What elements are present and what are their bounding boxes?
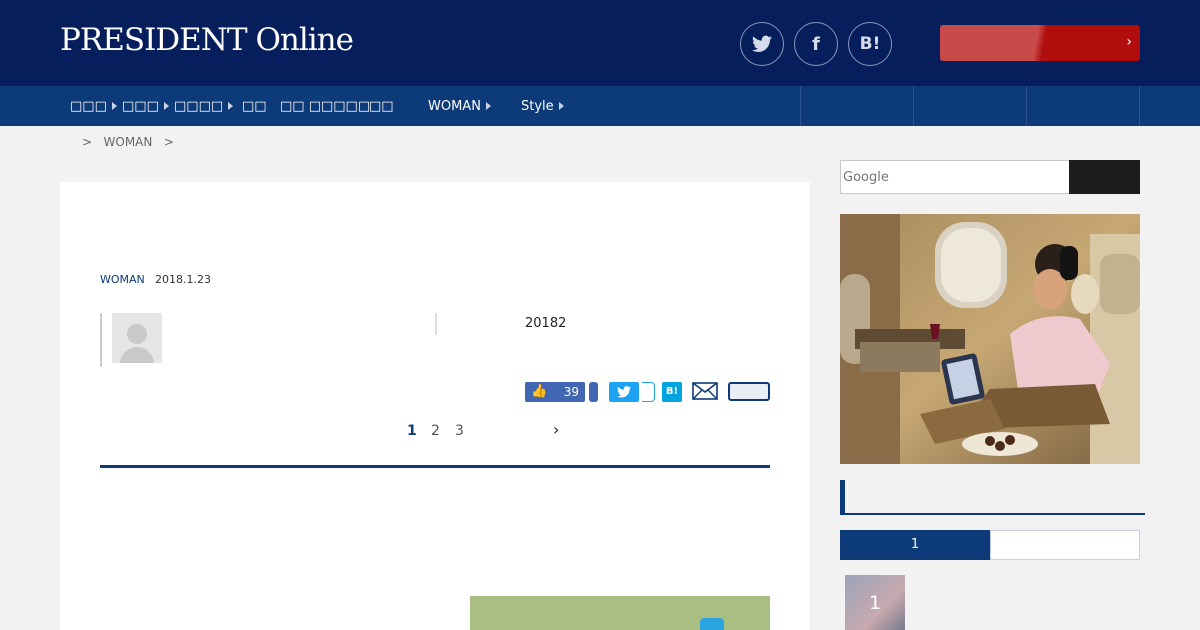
nav-item-2[interactable]: □□□ bbox=[122, 86, 169, 126]
twitter-icon bbox=[617, 386, 631, 398]
facebook-like-button[interactable]: 👍 39 bbox=[525, 382, 585, 402]
nav-item-label: Style bbox=[521, 98, 554, 114]
article-image bbox=[470, 596, 770, 630]
nav-item-label: □□ □□□□□ bbox=[280, 98, 371, 114]
article-date: 2018.1.23 bbox=[155, 273, 211, 286]
ranking-tab-active[interactable]: 1 bbox=[840, 530, 990, 560]
avatar-body-icon bbox=[120, 347, 154, 363]
caret-right-icon bbox=[485, 102, 491, 110]
print-button[interactable] bbox=[728, 382, 770, 401]
site-logo[interactable]: PRESIDENT Online bbox=[60, 22, 354, 58]
chevron-right-icon: › bbox=[1126, 34, 1132, 50]
ranking-section-header bbox=[840, 480, 1145, 515]
tweet-count-bubble bbox=[642, 382, 655, 402]
nav-item-woman[interactable]: WOMAN bbox=[428, 86, 491, 126]
nav-item-label: □□ bbox=[369, 98, 394, 114]
author-avatar[interactable] bbox=[112, 313, 162, 363]
nav-item-label: □□□ bbox=[122, 98, 159, 114]
breadcrumb-category-link[interactable]: WOMAN bbox=[104, 135, 153, 149]
tweet-button[interactable] bbox=[609, 382, 639, 402]
hatena-bookmark-button[interactable]: B! bbox=[848, 22, 892, 66]
main-nav: □□□ □□□ □□□□ □□ □□ □□□□□ □□ WOMAN Style bbox=[0, 86, 1200, 126]
avatar-head-icon bbox=[127, 324, 147, 344]
image-badge-icon bbox=[700, 618, 724, 630]
facebook-icon: f bbox=[812, 33, 820, 55]
envelope-icon bbox=[692, 382, 718, 400]
section-accent-bar bbox=[840, 480, 845, 515]
article-divider bbox=[100, 465, 770, 468]
nav-divider bbox=[1139, 86, 1140, 126]
search-input[interactable] bbox=[840, 160, 1070, 194]
author-info-divider bbox=[435, 313, 437, 335]
sidebar-ad-image[interactable] bbox=[840, 214, 1140, 464]
breadcrumb: > WOMAN > bbox=[82, 135, 174, 149]
nav-item-label: □□□□ bbox=[174, 98, 224, 114]
nav-divider bbox=[1026, 86, 1027, 126]
nav-divider bbox=[800, 86, 801, 126]
thumbs-up-icon: 👍 bbox=[531, 384, 548, 399]
nav-item-5[interactable]: □□ □□□□□ bbox=[280, 86, 370, 126]
hatena-bookmark-share-button[interactable]: B! bbox=[662, 382, 682, 402]
caret-right-icon bbox=[228, 102, 234, 110]
airline-ad-photo bbox=[840, 214, 1140, 464]
site-header: PRESIDENT Online f B! › bbox=[0, 0, 1200, 86]
ranking-item-thumbnail[interactable]: 1 bbox=[845, 575, 905, 630]
hatena-bookmark-icon: B! bbox=[859, 34, 881, 54]
caret-right-icon bbox=[111, 102, 117, 110]
nav-item-6[interactable]: □□ bbox=[369, 86, 394, 126]
nav-item-4[interactable]: □□ bbox=[242, 86, 267, 126]
nav-item-label: WOMAN bbox=[428, 98, 481, 114]
breadcrumb-separator: > bbox=[82, 135, 93, 149]
nav-item-3[interactable]: □□□□ bbox=[174, 86, 234, 126]
caret-right-icon bbox=[558, 102, 564, 110]
twitter-icon bbox=[752, 35, 772, 52]
article-category-link[interactable]: WOMAN bbox=[100, 273, 145, 286]
nav-item-1[interactable]: □□□ bbox=[70, 86, 117, 126]
nav-item-label: □□□ bbox=[70, 98, 107, 114]
nav-divider bbox=[913, 86, 914, 126]
pagination-next-button[interactable]: › bbox=[553, 420, 559, 439]
nav-item-style[interactable]: Style bbox=[521, 86, 564, 126]
ranking-tab-inactive[interactable] bbox=[990, 530, 1140, 560]
pagination-page-1[interactable]: 1 bbox=[407, 423, 417, 439]
header-cta-button[interactable]: › bbox=[940, 25, 1140, 61]
twitter-follow-button[interactable] bbox=[740, 22, 784, 66]
author-divider bbox=[100, 313, 102, 367]
article-card bbox=[60, 182, 810, 630]
facebook-share-tab[interactable] bbox=[589, 382, 598, 402]
caret-right-icon bbox=[163, 102, 169, 110]
breadcrumb-separator: > bbox=[163, 135, 174, 149]
nav-item-label: □□ bbox=[242, 98, 267, 114]
like-count: 39 bbox=[563, 385, 579, 399]
rank-number: 1 bbox=[868, 592, 882, 614]
facebook-follow-button[interactable]: f bbox=[794, 22, 838, 66]
search-button[interactable] bbox=[1069, 160, 1140, 194]
mail-share-button[interactable] bbox=[692, 382, 718, 400]
pagination-page-3[interactable]: 3 bbox=[455, 423, 464, 439]
pagination-page-2[interactable]: 2 bbox=[431, 423, 440, 439]
author-profile-text: 20182 bbox=[525, 316, 567, 331]
